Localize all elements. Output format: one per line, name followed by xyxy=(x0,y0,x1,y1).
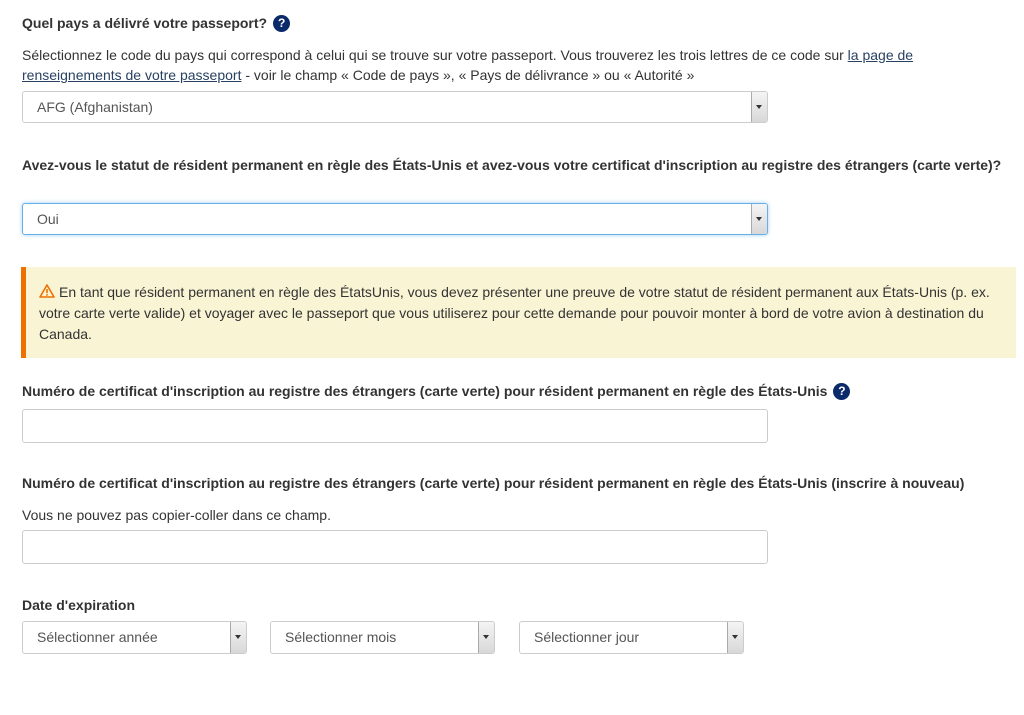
green-card-number-confirm-input[interactable] xyxy=(22,530,768,564)
expiry-year-placeholder: Sélectionner année xyxy=(37,629,158,645)
permanent-resident-label: Avez-vous le statut de résident permanen… xyxy=(22,157,1002,173)
passport-country-selected-value: AFG (Afghanistan) xyxy=(37,99,153,115)
warning-text: En tant que résident permanent en règle … xyxy=(39,284,990,342)
help-icon[interactable]: ? xyxy=(273,15,291,32)
passport-country-description: Sélectionnez le code du pays qui corresp… xyxy=(22,47,914,83)
expiry-date-label: Date d'expiration xyxy=(22,597,136,613)
chevron-down-icon[interactable] xyxy=(478,622,494,653)
chevron-down-icon[interactable] xyxy=(230,622,246,653)
chevron-down-icon[interactable] xyxy=(751,204,767,234)
warning-alert: En tant que résident permanent en règle … xyxy=(21,267,1016,358)
chevron-down-icon[interactable] xyxy=(751,92,767,122)
green-card-number-label: Numéro de certificat d'inscription au re… xyxy=(22,381,851,402)
expiry-year-select[interactable]: Sélectionner année xyxy=(22,621,247,654)
form-page: Quel pays a délivré votre passeport?? Sé… xyxy=(0,0,1024,715)
passport-country-label: Quel pays a délivré votre passeport?? xyxy=(22,13,291,34)
help-icon[interactable]: ? xyxy=(833,383,851,400)
no-paste-hint: Vous ne pouvez pas copier-coller dans ce… xyxy=(22,507,331,523)
expiry-month-select[interactable]: Sélectionner mois xyxy=(270,621,495,654)
chevron-down-icon[interactable] xyxy=(727,622,743,653)
expiry-day-placeholder: Sélectionner jour xyxy=(534,629,640,645)
green-card-number-confirm-label: Numéro de certificat d'inscription au re… xyxy=(22,475,965,491)
passport-country-select[interactable]: AFG (Afghanistan) xyxy=(22,91,768,123)
expiry-day-select[interactable]: Sélectionner jour xyxy=(519,621,744,654)
green-card-number-input[interactable] xyxy=(22,409,768,443)
warning-triangle-icon xyxy=(39,284,55,298)
expiry-month-placeholder: Sélectionner mois xyxy=(285,629,397,645)
permanent-resident-selected-value: Oui xyxy=(37,211,59,227)
permanent-resident-select[interactable]: Oui xyxy=(22,203,768,235)
